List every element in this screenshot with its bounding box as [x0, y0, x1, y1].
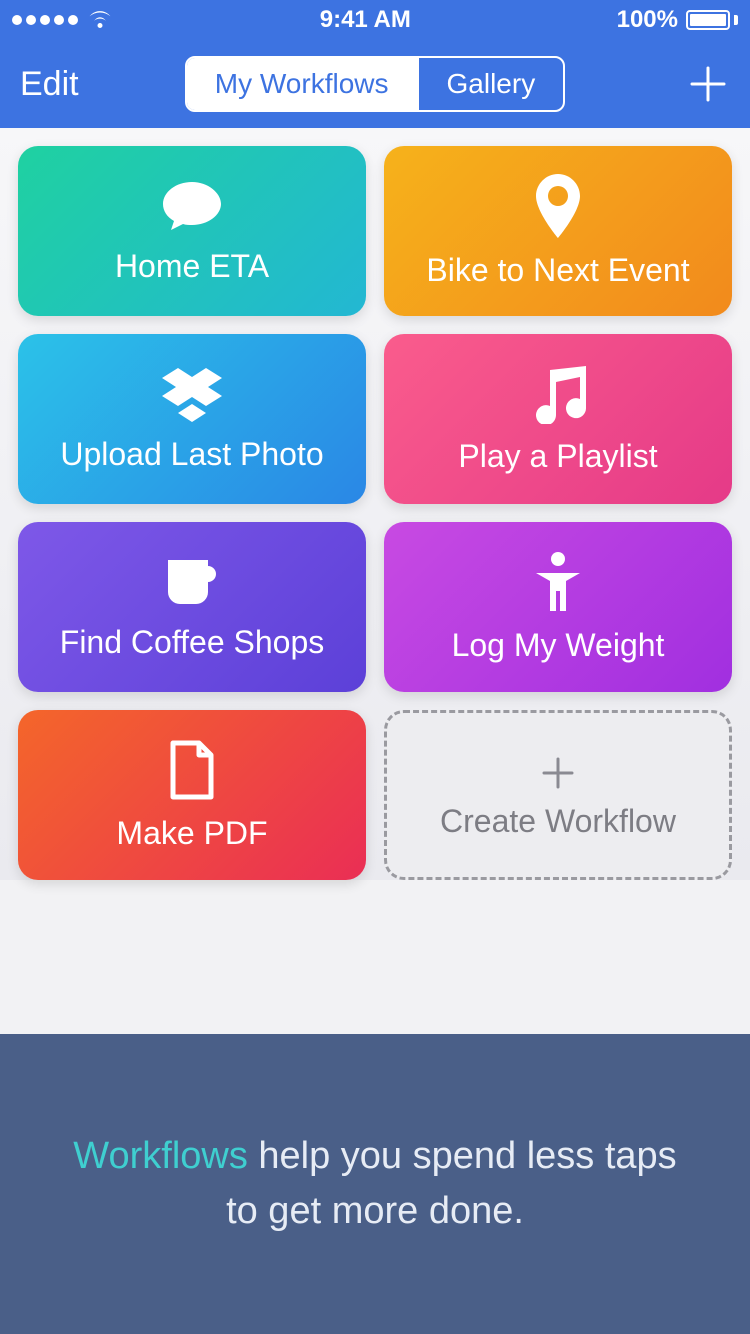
coffee-cup-icon [162, 554, 222, 610]
music-note-icon [530, 364, 586, 424]
workflow-grid: Home ETA Bike to Next Event Upload Last … [0, 128, 750, 880]
location-pin-icon [534, 174, 582, 238]
tile-label: Create Workflow [440, 803, 676, 840]
tile-play-playlist[interactable]: Play a Playlist [384, 334, 732, 504]
status-right: 100% [617, 6, 738, 34]
tile-home-eta[interactable]: Home ETA [18, 146, 366, 316]
signal-dots-icon [12, 15, 78, 25]
tile-label: Make PDF [116, 815, 267, 852]
edit-button[interactable]: Edit [20, 65, 120, 104]
promo-panel: Workflows help you spend less taps to ge… [0, 1034, 750, 1334]
tile-label: Find Coffee Shops [60, 624, 324, 661]
tile-label: Log My Weight [452, 627, 665, 664]
tile-upload-photo[interactable]: Upload Last Photo [18, 334, 366, 504]
tile-label: Upload Last Photo [60, 436, 323, 473]
status-bar: 9:41 AM 100% [0, 0, 750, 40]
tile-log-weight[interactable]: Log My Weight [384, 522, 732, 692]
battery-percent: 100% [617, 6, 678, 34]
status-time: 9:41 AM [320, 6, 411, 34]
promo-text: Workflows help you spend less taps to ge… [60, 1129, 690, 1239]
segmented-control: My Workflows Gallery [185, 56, 565, 112]
tab-gallery[interactable]: Gallery [417, 58, 564, 110]
wifi-icon [86, 10, 114, 30]
tile-label: Home ETA [115, 248, 269, 285]
plus-icon [536, 751, 580, 795]
promo-rest: help you spend less taps to get more don… [226, 1135, 677, 1232]
dropbox-icon [160, 366, 224, 422]
status-left [12, 10, 114, 30]
promo-accent: Workflows [73, 1135, 248, 1177]
plus-icon [686, 62, 730, 106]
tile-find-coffee[interactable]: Find Coffee Shops [18, 522, 366, 692]
tile-label: Bike to Next Event [426, 252, 689, 289]
nav-bar: Edit My Workflows Gallery [0, 40, 750, 128]
tile-bike-event[interactable]: Bike to Next Event [384, 146, 732, 316]
speech-bubble-icon [160, 178, 224, 234]
add-button[interactable] [630, 62, 730, 106]
tile-create-workflow[interactable]: Create Workflow [384, 710, 732, 880]
tile-label: Play a Playlist [458, 438, 657, 475]
tab-my-workflows[interactable]: My Workflows [187, 58, 417, 110]
document-icon [167, 739, 217, 801]
battery-icon [686, 10, 738, 30]
person-icon [532, 551, 584, 613]
tile-make-pdf[interactable]: Make PDF [18, 710, 366, 880]
